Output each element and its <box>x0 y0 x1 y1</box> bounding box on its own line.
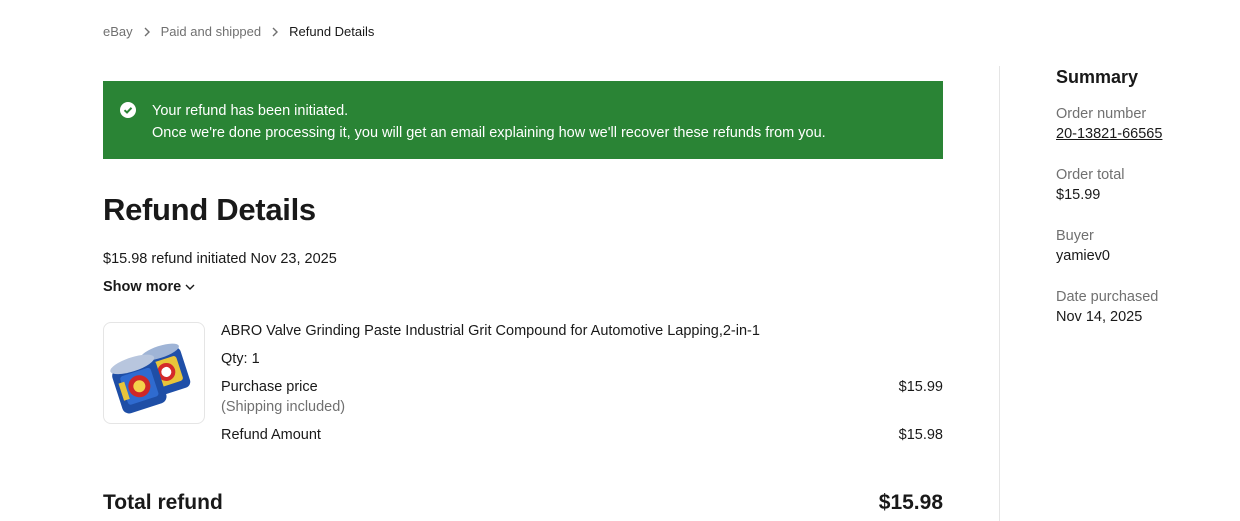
breadcrumb: eBay Paid and shipped Refund Details <box>103 24 374 39</box>
check-circle-icon <box>120 102 136 118</box>
refund-amount-value: $15.98 <box>898 427 943 443</box>
chevron-down-icon <box>185 279 195 295</box>
date-purchased-label: Date purchased <box>1056 289 1159 305</box>
date-purchased-value: Nov 14, 2025 <box>1056 309 1143 325</box>
banner-message-line2: Once we're done processing it, you will … <box>152 125 826 141</box>
product-image <box>110 343 191 414</box>
summary-heading: Summary <box>1056 67 1139 87</box>
item-thumbnail[interactable] <box>103 322 205 424</box>
order-total-label: Order total <box>1056 167 1125 183</box>
total-refund-value: $15.98 <box>878 491 943 514</box>
order-number-label: Order number <box>1056 106 1147 122</box>
breadcrumb-paid-and-shipped[interactable]: Paid and shipped <box>161 24 261 39</box>
refund-amount-label: Refund Amount <box>221 427 321 443</box>
success-banner: Your refund has been initiated. Once we'… <box>103 81 943 159</box>
order-number-link[interactable]: 20-13821-66565 <box>1056 124 1236 144</box>
buyer-block: Buyer yamiev0 <box>1056 226 1236 266</box>
show-more-button[interactable]: Show more <box>103 279 195 295</box>
breadcrumb-ebay[interactable]: eBay <box>103 24 133 39</box>
buyer-value: yamiev0 <box>1056 248 1110 264</box>
purchase-price-label: Purchase price <box>221 379 318 395</box>
banner-message-line1: Your refund has been initiated. <box>152 103 349 119</box>
refund-details-page: eBay Paid and shipped Refund Details You… <box>0 0 1240 521</box>
purchase-price-value: $15.99 <box>898 379 943 395</box>
order-total-value: $15.99 <box>1056 187 1101 203</box>
chevron-right-icon <box>143 27 151 37</box>
show-more-label: Show more <box>103 279 182 295</box>
item-title-link[interactable]: ABRO Valve Grinding Paste Industrial Gri… <box>221 323 760 339</box>
buyer-label: Buyer <box>1056 228 1094 244</box>
page-title: Refund Details <box>103 192 316 227</box>
total-refund-label: Total refund <box>103 491 223 514</box>
column-divider <box>999 66 1000 521</box>
date-purchased-block: Date purchased Nov 14, 2025 <box>1056 287 1236 327</box>
item-quantity: Qty: 1 <box>221 351 260 367</box>
shipping-included-note: (Shipping included) <box>221 399 346 415</box>
order-total-block: Order total $15.99 <box>1056 165 1236 205</box>
breadcrumb-current: Refund Details <box>289 24 375 39</box>
summary-panel: Summary Order number 20-13821-66565 Orde… <box>1056 67 1236 348</box>
chevron-right-icon <box>271 27 279 37</box>
order-number-block: Order number 20-13821-66565 <box>1056 104 1236 144</box>
refund-initiated-text: $15.98 refund initiated Nov 23, 2025 <box>103 251 337 267</box>
